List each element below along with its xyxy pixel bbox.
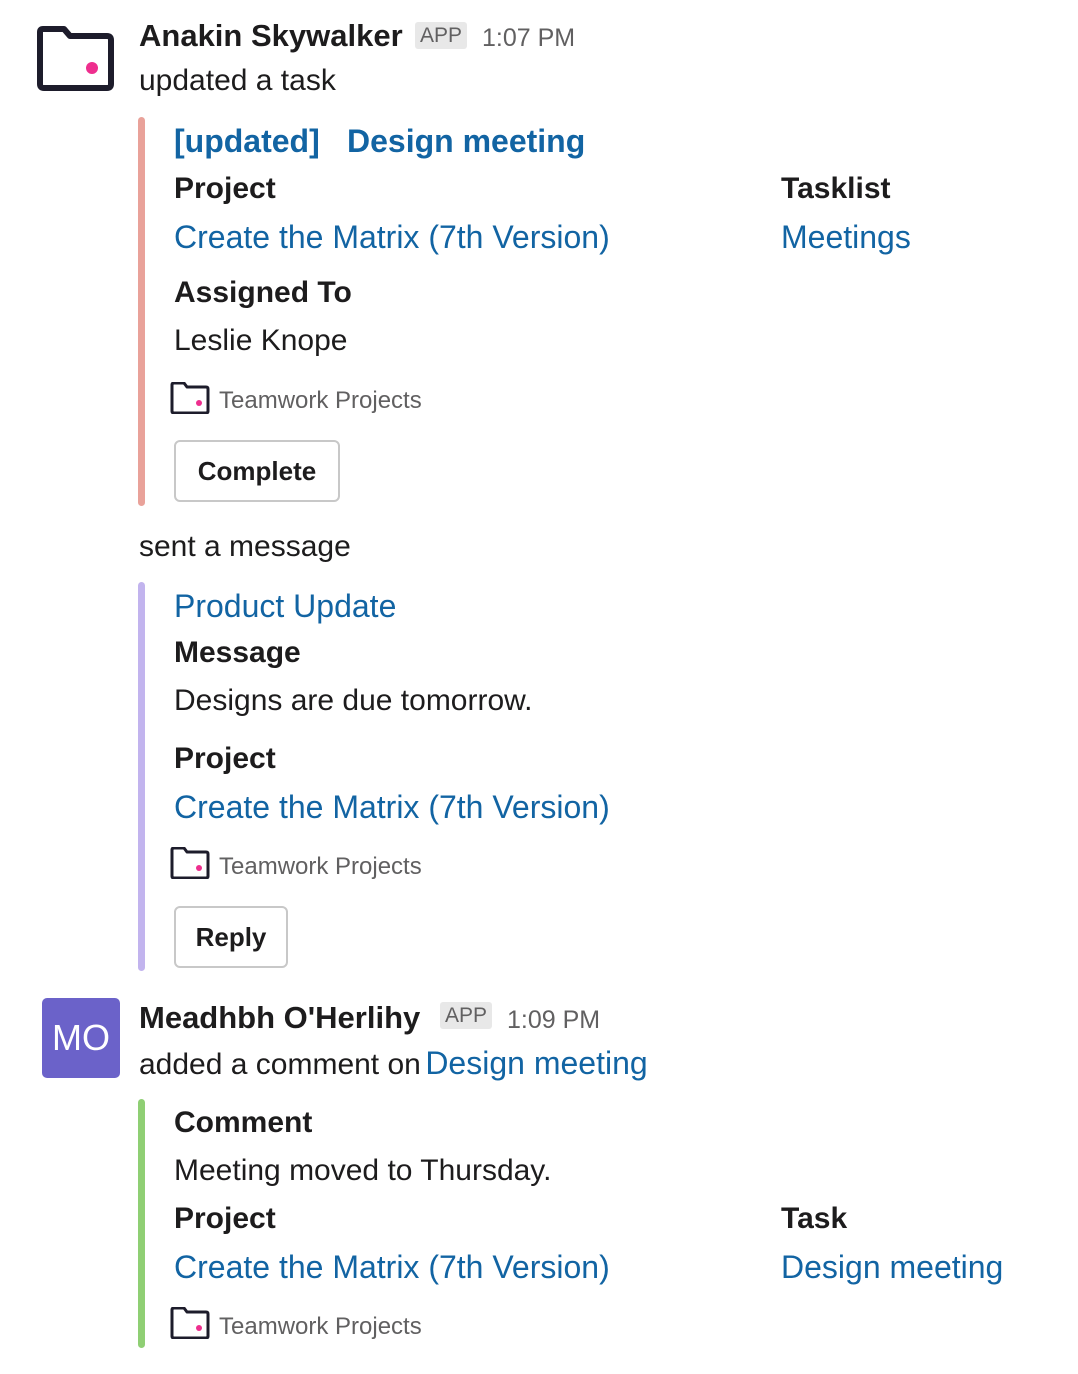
message-title-link[interactable]: Product Update bbox=[174, 588, 396, 625]
app-badge: APP bbox=[415, 22, 468, 49]
task-tag-link[interactable]: [updated] bbox=[174, 123, 320, 160]
teamwork-folder-icon bbox=[170, 1306, 210, 1340]
app-footer: Teamwork Projects bbox=[219, 1313, 422, 1340]
author-name[interactable]: Anakin Skywalker bbox=[139, 18, 403, 54]
reply-button[interactable]: Reply bbox=[174, 906, 288, 968]
avatar[interactable]: MO bbox=[42, 998, 120, 1078]
app-badge: APP bbox=[440, 1002, 493, 1029]
project-label: Project bbox=[174, 172, 276, 205]
tasklist-link[interactable]: Meetings bbox=[781, 219, 911, 256]
message-label: Message bbox=[174, 636, 301, 669]
action-text: updated a task bbox=[139, 64, 336, 97]
comment-value: Meeting moved to Thursday. bbox=[174, 1154, 552, 1187]
project-label: Project bbox=[174, 1202, 276, 1235]
project-label: Project bbox=[174, 742, 276, 775]
task-link[interactable]: Design meeting bbox=[781, 1249, 1003, 1286]
timestamp[interactable]: 1:09 PM bbox=[507, 1006, 600, 1035]
comment-label: Comment bbox=[174, 1106, 313, 1139]
project-link[interactable]: Create the Matrix (7th Version) bbox=[174, 1249, 610, 1286]
message-value: Designs are due tomorrow. bbox=[174, 684, 533, 717]
task-link[interactable]: Design meeting bbox=[425, 1045, 647, 1081]
assigned-to-label: Assigned To bbox=[174, 276, 352, 309]
app-footer: Teamwork Projects bbox=[219, 387, 422, 414]
author-name[interactable]: Meadhbh O'Herlihy bbox=[139, 1000, 420, 1036]
timestamp[interactable]: 1:07 PM bbox=[482, 24, 575, 53]
attachment-bar bbox=[138, 1099, 145, 1348]
assigned-to-value: Leslie Knope bbox=[174, 324, 348, 357]
teamwork-folder-icon bbox=[170, 381, 210, 415]
task-label: Task bbox=[781, 1202, 848, 1235]
action-text: added a comment on bbox=[139, 1048, 421, 1081]
teamwork-folder-icon bbox=[170, 846, 210, 880]
task-title-link[interactable]: Design meeting bbox=[347, 123, 585, 160]
attachment-bar bbox=[138, 582, 145, 971]
app-footer: Teamwork Projects bbox=[219, 853, 422, 880]
project-link[interactable]: Create the Matrix (7th Version) bbox=[174, 219, 610, 256]
teamwork-folder-icon bbox=[37, 26, 114, 91]
attachment-bar bbox=[138, 117, 145, 506]
avatar[interactable] bbox=[36, 26, 114, 92]
project-link[interactable]: Create the Matrix (7th Version) bbox=[174, 789, 610, 826]
complete-button[interactable]: Complete bbox=[174, 440, 340, 502]
tasklist-label: Tasklist bbox=[781, 172, 891, 205]
action-text: sent a message bbox=[139, 530, 351, 563]
